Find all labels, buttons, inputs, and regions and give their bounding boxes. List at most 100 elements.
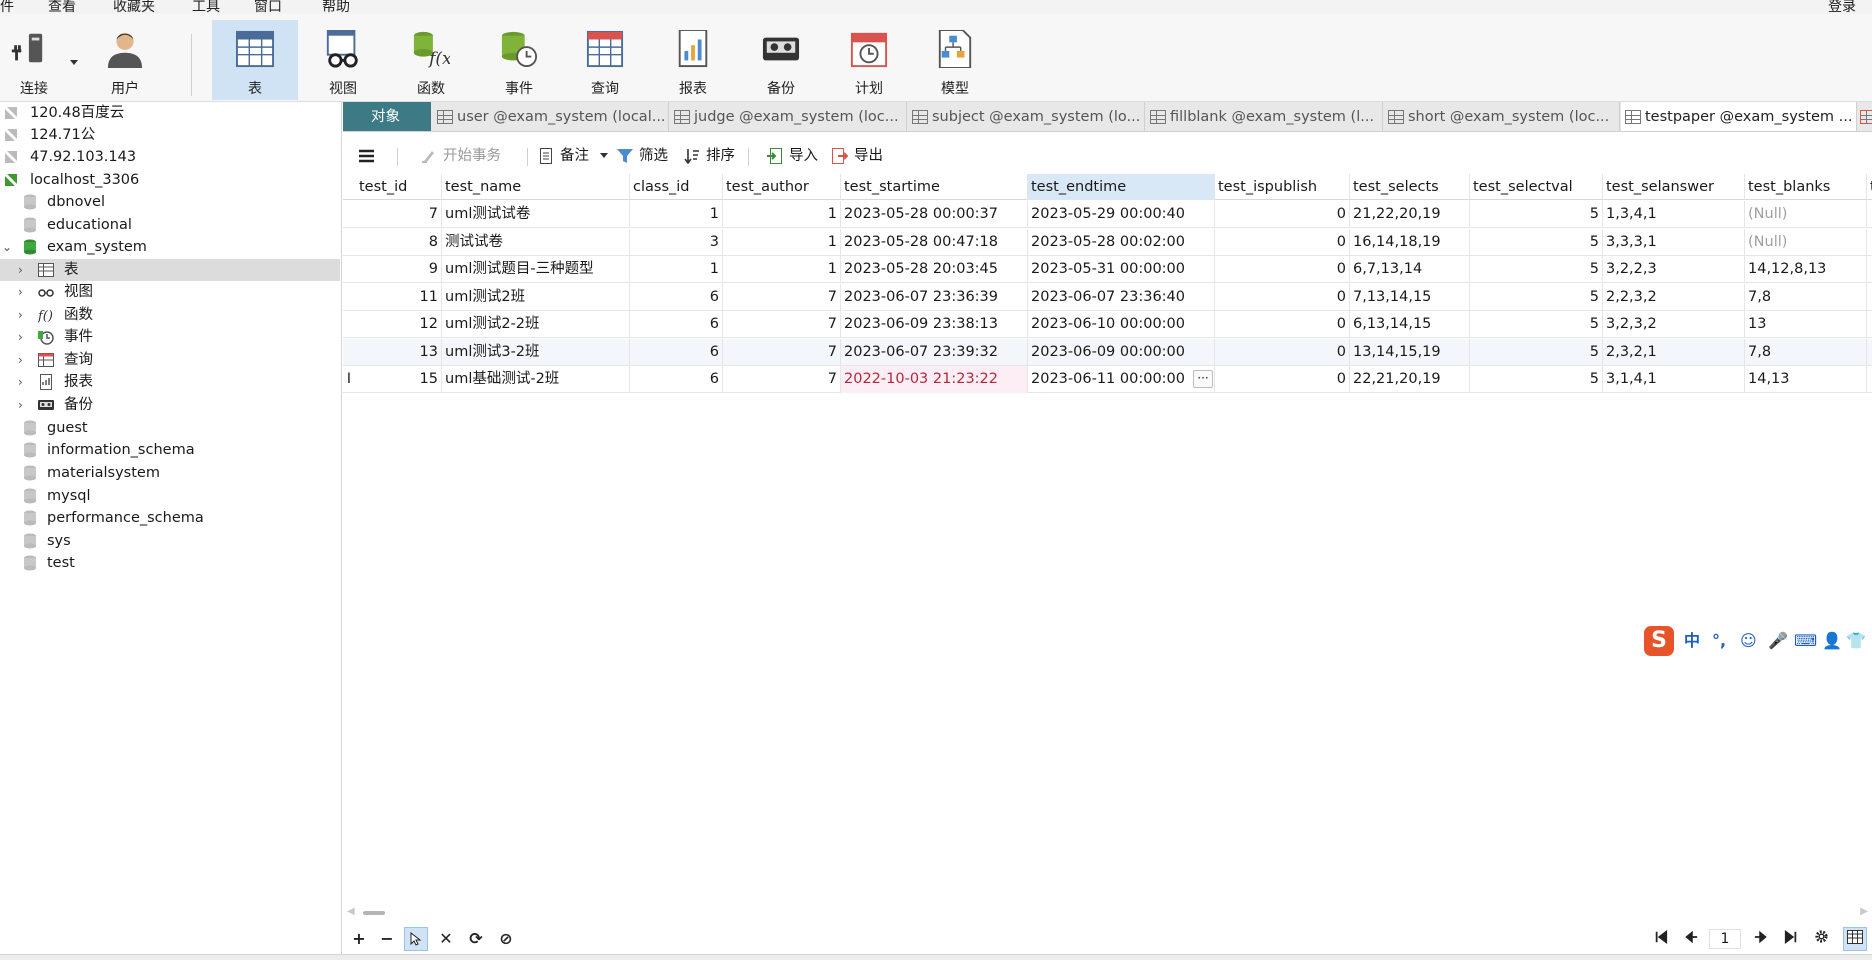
cell-test-ispublish[interactable]: 0 bbox=[1215, 228, 1350, 256]
chevron-right-icon[interactable]: › bbox=[18, 259, 23, 281]
ime-punctuation-toggle[interactable]: °, bbox=[1712, 630, 1726, 652]
filter-button[interactable]: 筛选 bbox=[617, 145, 675, 167]
menu-window[interactable]: 窗口 bbox=[254, 0, 282, 14]
chevron-right-icon[interactable]: › bbox=[18, 371, 23, 393]
add-record-button[interactable]: + bbox=[347, 927, 371, 951]
cell-class-id[interactable]: 6 bbox=[630, 311, 723, 338]
tree-database[interactable]: information_schema bbox=[0, 439, 340, 461]
cell-test-selanswer[interactable]: 2,2,3,2 bbox=[1603, 283, 1745, 311]
chevron-right-icon[interactable]: › bbox=[18, 326, 23, 348]
tab-user[interactable]: user @exam_system (local... bbox=[433, 102, 669, 131]
keyboard-icon[interactable]: ⌨ bbox=[1794, 630, 1817, 652]
table-row[interactable]: 13 uml测试3-2班 6 7 2023-06-07 23:39:32 2023-06-… bbox=[343, 338, 1872, 366]
cell-class-id[interactable]: 6 bbox=[630, 283, 723, 311]
user-button[interactable]: 用户 bbox=[82, 20, 168, 100]
query-button[interactable]: 查询 bbox=[562, 20, 648, 100]
cell-test-startime[interactable]: 2023-06-09 23:38:13 bbox=[841, 311, 1028, 338]
cell-test-selanswer[interactable]: 3,2,2,3 bbox=[1603, 256, 1745, 283]
menu-help[interactable]: 帮助 bbox=[322, 0, 350, 14]
cell-test-selanswer[interactable]: 3,1,4,1 bbox=[1603, 366, 1745, 393]
ime-logo[interactable]: S bbox=[1644, 626, 1674, 656]
cell-class-id[interactable]: 3 bbox=[630, 228, 723, 256]
cell-test-author[interactable]: 1 bbox=[723, 201, 841, 228]
table-row[interactable]: 12 uml测试2-2班 6 7 2023-06-09 23:38:13 2023-06-… bbox=[343, 311, 1872, 338]
microphone-icon[interactable]: 🎤 bbox=[1768, 630, 1788, 652]
cell-test-blanks[interactable]: 14,13 bbox=[1745, 366, 1867, 393]
column-header-test-selanswer[interactable]: test_selanswer bbox=[1603, 174, 1745, 200]
scroll-left-icon[interactable]: ◀ bbox=[347, 906, 355, 917]
tree-database[interactable]: sys bbox=[0, 530, 340, 552]
chevron-down-icon[interactable] bbox=[600, 153, 608, 159]
table-row[interactable]: 7 uml测试试卷 1 1 2023-05-28 00:00:37 2023-05-29 … bbox=[343, 201, 1872, 228]
menu-view[interactable]: 查看 bbox=[48, 0, 76, 14]
prev-page-button[interactable] bbox=[1679, 927, 1703, 951]
tree-item-backups[interactable]: › 备份 bbox=[0, 394, 340, 416]
delete-record-button[interactable]: − bbox=[375, 927, 399, 951]
schedule-button[interactable]: 计划 bbox=[826, 20, 912, 100]
tree-database[interactable]: performance_schema bbox=[0, 507, 340, 529]
cell-test-selects[interactable]: 6,7,13,14 bbox=[1350, 256, 1470, 283]
cell-test-blanks[interactable]: 7,8 bbox=[1745, 283, 1867, 311]
tree-item-reports[interactable]: › 报表 bbox=[0, 371, 340, 393]
cell-test-selects[interactable]: 6,13,14,15 bbox=[1350, 311, 1470, 338]
tree-database[interactable]: dbnovel bbox=[0, 191, 340, 213]
cell-test-selectval[interactable]: 5 bbox=[1470, 228, 1603, 256]
cell-test-id[interactable]: 7 bbox=[356, 201, 442, 228]
tab-judge[interactable]: judge @exam_system (loc... bbox=[670, 102, 907, 131]
export-button[interactable]: 导出 bbox=[832, 145, 890, 167]
scroll-right-icon[interactable]: ▶ bbox=[1860, 906, 1868, 917]
cell-test-ispublish[interactable]: 0 bbox=[1215, 311, 1350, 338]
tree-item-functions[interactable]: › f() 函数 bbox=[0, 304, 340, 326]
cell-test-author[interactable]: 1 bbox=[723, 228, 841, 256]
column-header-class-id[interactable]: class_id bbox=[630, 174, 723, 200]
cell-test-name[interactable]: uml测试2班 bbox=[442, 283, 630, 311]
tree-item-queries[interactable]: › 查询 bbox=[0, 349, 340, 371]
column-header-test-id[interactable]: test_id bbox=[356, 174, 442, 200]
cell-test-blanks[interactable]: 13 bbox=[1745, 311, 1867, 338]
cell-test-author[interactable]: 7 bbox=[723, 366, 841, 393]
emoji-icon[interactable]: ☺ bbox=[1740, 630, 1757, 652]
tree-database[interactable]: guest bbox=[0, 417, 340, 439]
column-header-test-startime[interactable]: test_startime bbox=[841, 174, 1028, 200]
cell-test-endtime[interactable]: 2023-05-28 00:02:00 bbox=[1028, 228, 1215, 256]
cell-test-selanswer[interactable]: 3,2,3,2 bbox=[1603, 311, 1745, 338]
chevron-right-icon[interactable]: › bbox=[18, 304, 23, 326]
cell-test-id[interactable]: 15 bbox=[356, 366, 442, 393]
cell-test-name[interactable]: uml基础测试-2班 bbox=[442, 366, 630, 393]
tab-short[interactable]: short @exam_system (loc... bbox=[1384, 102, 1620, 131]
cell-test-selectval[interactable]: 5 bbox=[1470, 256, 1603, 283]
column-header-test-ispublish[interactable]: test_ispublish bbox=[1215, 174, 1350, 200]
report-button[interactable]: 报表 bbox=[650, 20, 736, 100]
cell-test-id[interactable]: 8 bbox=[356, 228, 442, 256]
last-page-button[interactable] bbox=[1779, 927, 1803, 951]
tree-database[interactable]: educational bbox=[0, 214, 340, 236]
chevron-right-icon[interactable]: › bbox=[18, 349, 23, 371]
cell-test-name[interactable]: 测试试卷 bbox=[442, 228, 630, 256]
tree-database[interactable]: materialsystem bbox=[0, 462, 340, 484]
table-button[interactable]: 表 bbox=[212, 20, 298, 100]
tab-testpaper[interactable]: testpaper @exam_system ... bbox=[1621, 102, 1857, 131]
cell-test-selectval[interactable]: 5 bbox=[1470, 201, 1603, 228]
view-button[interactable]: 视图 bbox=[300, 20, 386, 100]
cell-test-selectval[interactable]: 5 bbox=[1470, 311, 1603, 338]
cell-test-selanswer[interactable]: 3,3,3,1 bbox=[1603, 228, 1745, 256]
tab-overflow[interactable] bbox=[1858, 102, 1872, 131]
cell-test-name[interactable]: uml测试题目-三种题型 bbox=[442, 256, 630, 283]
cell-test-endtime[interactable]: 2023-05-29 00:00:40 bbox=[1028, 201, 1215, 228]
skin-icon[interactable]: 👕 bbox=[1846, 630, 1866, 652]
tree-item-tables[interactable]: › 表 bbox=[0, 259, 340, 281]
cell-test-startime[interactable]: 2023-06-07 23:39:32 bbox=[841, 338, 1028, 366]
tree-connection[interactable]: 47.92.103.143 bbox=[0, 146, 340, 168]
cell-test-endtime[interactable]: 2023-06-09 00:00:00 bbox=[1028, 338, 1215, 366]
cell-test-name[interactable]: uml测试2-2班 bbox=[442, 311, 630, 338]
cell-test-blanks[interactable]: (Null) bbox=[1745, 228, 1867, 256]
column-header-test-selects[interactable]: test_selects bbox=[1350, 174, 1470, 200]
cell-test-startime[interactable]: 2023-05-28 00:47:18 bbox=[841, 228, 1028, 256]
cell-test-endtime[interactable]: 2023-06-10 00:00:00 bbox=[1028, 311, 1215, 338]
cell-test-selectval[interactable]: 5 bbox=[1470, 283, 1603, 311]
menu-button[interactable] bbox=[357, 145, 379, 167]
cell-test-blanks[interactable]: 7,8 bbox=[1745, 338, 1867, 366]
model-button[interactable]: 模型 bbox=[912, 20, 998, 100]
table-row[interactable]: 11 uml测试2班 6 7 2023-06-07 23:36:39 2023-06-07… bbox=[343, 283, 1872, 311]
chevron-right-icon[interactable]: › bbox=[18, 281, 23, 303]
